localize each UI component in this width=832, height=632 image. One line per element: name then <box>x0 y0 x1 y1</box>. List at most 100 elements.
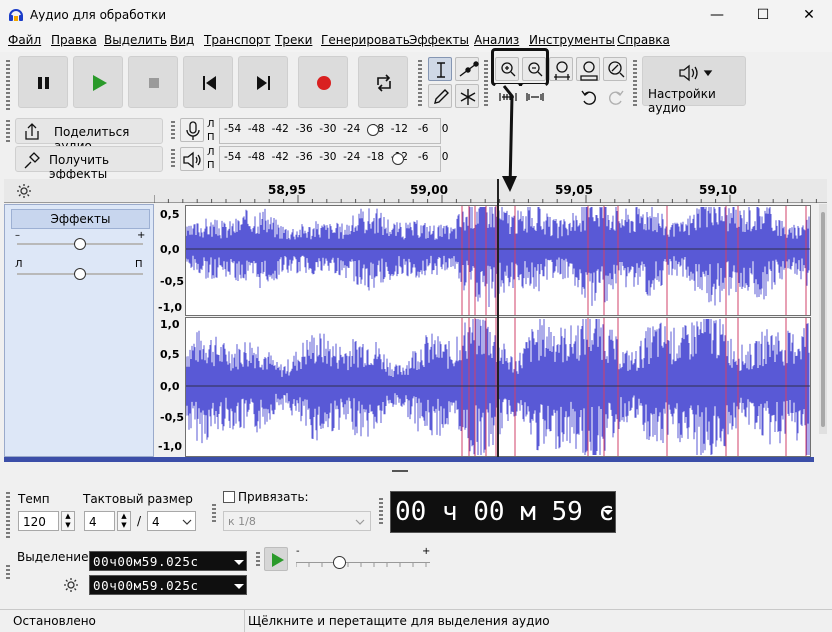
undo-button[interactable] <box>576 84 600 108</box>
maximize-button[interactable]: ☐ <box>740 0 786 30</box>
timeline-ruler[interactable]: 58,95 59,00 59,05 59,10 <box>4 179 827 203</box>
minimize-button[interactable]: — <box>694 0 740 30</box>
menu-analyze[interactable]: Анализ <box>474 33 519 47</box>
selection-end-value: 00ч00м59.025с <box>93 578 199 593</box>
skip-start-button[interactable] <box>183 56 233 108</box>
chevron-down-icon <box>182 519 192 525</box>
record-meter-button[interactable] <box>180 118 204 142</box>
gain-plus-label: + <box>137 230 146 241</box>
gain-slider-thumb[interactable] <box>74 238 86 250</box>
multi-tool-button[interactable] <box>455 84 479 108</box>
play-at-speed-button[interactable] <box>264 547 288 571</box>
snap-select[interactable]: к 1/8 <box>223 511 371 531</box>
get-effects-button[interactable]: Получить эффекты <box>15 146 163 181</box>
playback-level-meter[interactable]: -54 -48 -42 -36 -30 -24 -18 -12 -6 0 <box>219 146 448 172</box>
tempo-input[interactable]: 120 <box>18 511 59 531</box>
menu-transport[interactable]: Транспорт <box>204 33 271 47</box>
fit-selection-button[interactable] <box>549 57 573 81</box>
vertical-scrollbar[interactable] <box>819 204 827 434</box>
splitter[interactable] <box>0 463 832 481</box>
speaker-icon <box>183 151 201 169</box>
record-volume-slider-thumb[interactable] <box>367 124 379 136</box>
menu-tools[interactable]: Инструменты <box>529 33 615 47</box>
rec-channel-labels: Л П <box>207 119 215 143</box>
speed-plus-label: + <box>422 546 431 557</box>
pan-slider-thumb[interactable] <box>74 268 86 280</box>
selection-start-value: 00ч00м59.025с <box>93 554 199 569</box>
gear-icon <box>17 184 31 198</box>
menu-help[interactable]: Справка <box>617 33 670 47</box>
record-icon <box>317 76 331 90</box>
tempo-stepper[interactable]: ▲ ▼ <box>61 511 75 531</box>
menu-file[interactable]: Файл <box>8 33 41 47</box>
fit-project-button[interactable] <box>576 57 600 81</box>
menu-select[interactable]: Выделить <box>104 33 167 47</box>
draw-tool-button[interactable] <box>428 84 452 108</box>
selection-grip[interactable] <box>6 565 10 581</box>
pause-icon <box>38 77 49 89</box>
audio-setup-grip[interactable] <box>633 60 637 108</box>
record-button[interactable] <box>298 56 348 108</box>
zoom-toggle-button[interactable] <box>603 57 627 81</box>
i-beam-icon <box>437 62 445 78</box>
effects-button[interactable]: Эффекты <box>11 209 150 229</box>
playhead-cursor[interactable] <box>497 179 499 457</box>
play-icon <box>93 75 107 91</box>
meter-numerator-stepper[interactable]: ▲ ▼ <box>117 511 131 531</box>
menu-tracks[interactable]: Треки <box>275 33 312 47</box>
selection-tool-button[interactable] <box>428 57 452 81</box>
share-grip[interactable] <box>6 120 10 142</box>
timesig-grip[interactable] <box>6 492 10 538</box>
speaker-dropdown-icon <box>679 64 713 82</box>
close-button[interactable]: ✕ <box>786 0 832 30</box>
tempo-value: 120 <box>23 515 46 529</box>
menu-view[interactable]: Вид <box>170 33 194 47</box>
silence-button[interactable] <box>522 84 546 108</box>
playback-volume-slider-thumb[interactable] <box>392 153 404 165</box>
skip-to-end-icon <box>257 76 270 90</box>
snap-grip[interactable] <box>212 504 216 524</box>
zoom-out-button[interactable] <box>522 57 546 81</box>
redo-button[interactable] <box>603 84 627 108</box>
selection-start-input[interactable]: 00ч00м59.025с <box>89 551 247 571</box>
envelope-icon <box>459 61 479 77</box>
play-meter-grip[interactable] <box>171 149 175 169</box>
playback-meter-button[interactable] <box>180 147 204 171</box>
play-at-speed-grip[interactable] <box>256 552 260 566</box>
menu-generate[interactable]: Генерировать <box>321 33 410 47</box>
meter-numerator-input[interactable]: 4 <box>84 511 115 531</box>
skip-end-button[interactable] <box>238 56 288 108</box>
play-button[interactable] <box>73 56 123 108</box>
menu-edit[interactable]: Правка <box>51 33 97 47</box>
speed-slider-thumb[interactable] <box>333 556 346 569</box>
audio-settings-button[interactable]: Настройки аудио <box>642 56 746 115</box>
selection-label: Выделение <box>17 550 89 564</box>
selection-end-input[interactable]: 00ч00м59.025с <box>89 575 247 595</box>
splitter-handle[interactable] <box>392 470 408 472</box>
timeline-settings-button[interactable] <box>14 181 34 201</box>
meter-denominator-select[interactable]: 4 <box>147 511 196 531</box>
stop-button[interactable] <box>128 56 178 108</box>
share-audio-button[interactable]: Поделиться аудио <box>15 118 163 153</box>
menu-effects[interactable]: Эффекты <box>409 33 469 47</box>
microphone-icon <box>186 121 200 140</box>
tools-grip[interactable] <box>418 60 422 108</box>
pause-button[interactable] <box>18 56 68 108</box>
zoom-in-button[interactable] <box>495 57 519 81</box>
zoom-out-icon <box>528 62 543 77</box>
toolbar-grip[interactable] <box>6 60 10 112</box>
y-axis-label: 0,5 <box>160 348 180 361</box>
time-display[interactable]: 00 ч 00 м 59 с <box>390 491 616 533</box>
scrollbar-thumb[interactable] <box>821 212 825 427</box>
snap-checkbox[interactable] <box>223 491 235 503</box>
time-grip[interactable] <box>379 498 383 526</box>
track-control-panel[interactable]: Эффекты – + Л П <box>4 204 154 457</box>
title-bar: Аудио для обработки — ☐ ✕ <box>0 0 832 30</box>
rec-meter-grip[interactable] <box>171 121 175 141</box>
loop-button[interactable] <box>358 56 408 108</box>
selection-settings-button[interactable] <box>60 574 82 596</box>
edit-grip[interactable] <box>484 60 488 108</box>
y-axis-label: -0,5 <box>160 411 185 424</box>
record-level-meter[interactable]: -54 -48 -42 -36 -30 -24 -18 -12 -6 0 <box>219 118 448 144</box>
envelope-tool-button[interactable] <box>455 57 479 81</box>
